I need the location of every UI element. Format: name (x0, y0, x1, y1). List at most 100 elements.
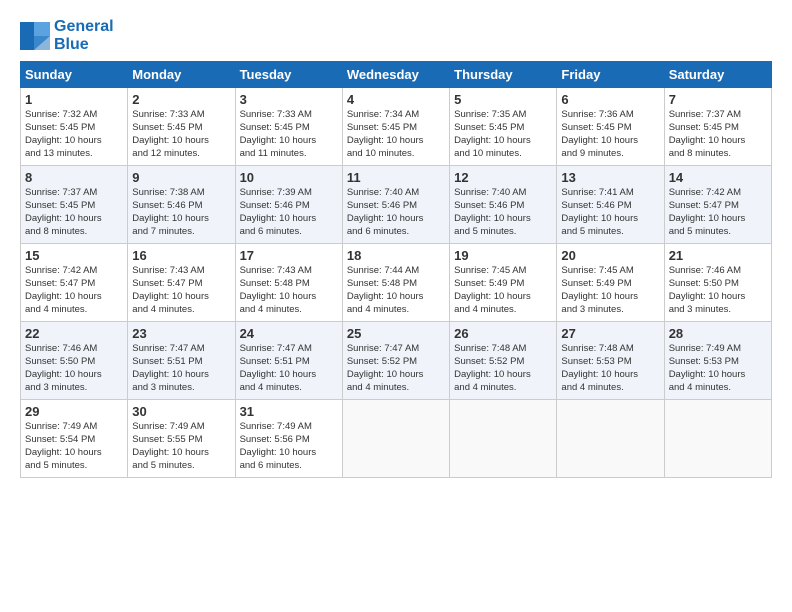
page-container: General Blue SundayMondayTuesdayWednesda… (0, 0, 792, 488)
day-number: 16 (132, 248, 230, 263)
cell-info: Sunrise: 7:47 AM Sunset: 5:51 PM Dayligh… (240, 343, 338, 394)
day-number: 14 (669, 170, 767, 185)
calendar-cell: 6 Sunrise: 7:36 AM Sunset: 5:45 PM Daylig… (557, 88, 664, 166)
calendar-table: SundayMondayTuesdayWednesdayThursdayFrid… (20, 61, 772, 478)
day-number: 19 (454, 248, 552, 263)
calendar-cell: 25Sunrise: 7:47 AM Sunset: 5:52 PM Dayli… (342, 322, 449, 400)
cell-info: Sunrise: 7:48 AM Sunset: 5:52 PM Dayligh… (454, 343, 552, 394)
cell-info: Sunrise: 7:49 AM Sunset: 5:54 PM Dayligh… (25, 421, 123, 472)
calendar-cell (342, 400, 449, 478)
day-number: 20 (561, 248, 659, 263)
day-number: 28 (669, 326, 767, 341)
day-number: 21 (669, 248, 767, 263)
calendar-cell: 12Sunrise: 7:40 AM Sunset: 5:46 PM Dayli… (450, 166, 557, 244)
calendar-cell: 26 Sunrise: 7:48 AM Sunset: 5:52 PM Dayli… (450, 322, 557, 400)
day-number: 3 (240, 92, 338, 107)
day-number: 11 (347, 170, 445, 185)
col-header-thursday: Thursday (450, 62, 557, 88)
calendar-cell (450, 400, 557, 478)
cell-info: Sunrise: 7:33 AM Sunset: 5:45 PM Dayligh… (132, 109, 230, 160)
calendar-cell: 21 Sunrise: 7:46 AM Sunset: 5:50 PM Dayli… (664, 244, 771, 322)
cell-info: Sunrise: 7:46 AM Sunset: 5:50 PM Dayligh… (669, 265, 767, 316)
cell-info: Sunrise: 7:33 AM Sunset: 5:45 PM Dayligh… (240, 109, 338, 160)
calendar-cell: 20 Sunrise: 7:45 AM Sunset: 5:49 PM Dayli… (557, 244, 664, 322)
calendar-cell: 7 Sunrise: 7:37 AM Sunset: 5:45 PM Daylig… (664, 88, 771, 166)
calendar-week-0: 1Sunrise: 7:32 AM Sunset: 5:45 PM Daylig… (21, 88, 772, 166)
header-row: SundayMondayTuesdayWednesdayThursdayFrid… (21, 62, 772, 88)
cell-info: Sunrise: 7:43 AM Sunset: 5:47 PM Dayligh… (132, 265, 230, 316)
day-number: 1 (25, 92, 123, 107)
cell-info: Sunrise: 7:38 AM Sunset: 5:46 PM Dayligh… (132, 187, 230, 238)
day-number: 17 (240, 248, 338, 263)
calendar-cell: 14Sunrise: 7:42 AM Sunset: 5:47 PM Dayli… (664, 166, 771, 244)
calendar-cell: 29 Sunrise: 7:49 AM Sunset: 5:54 PM Dayli… (21, 400, 128, 478)
day-number: 15 (25, 248, 123, 263)
day-number: 22 (25, 326, 123, 341)
calendar-cell: 24 Sunrise: 7:47 AM Sunset: 5:51 PM Dayli… (235, 322, 342, 400)
cell-info: Sunrise: 7:34 AM Sunset: 5:45 PM Dayligh… (347, 109, 445, 160)
col-header-saturday: Saturday (664, 62, 771, 88)
calendar-cell: 28 Sunrise: 7:49 AM Sunset: 5:53 PM Dayli… (664, 322, 771, 400)
cell-info: Sunrise: 7:37 AM Sunset: 5:45 PM Dayligh… (669, 109, 767, 160)
calendar-cell: 18 Sunrise: 7:44 AM Sunset: 5:48 PM Dayli… (342, 244, 449, 322)
cell-info: Sunrise: 7:46 AM Sunset: 5:50 PM Dayligh… (25, 343, 123, 394)
calendar-cell (664, 400, 771, 478)
calendar-cell: 10 Sunrise: 7:39 AM Sunset: 5:46 PM Dayli… (235, 166, 342, 244)
calendar-cell: 23Sunrise: 7:47 AM Sunset: 5:51 PM Dayli… (128, 322, 235, 400)
calendar-cell: 8 Sunrise: 7:37 AM Sunset: 5:45 PM Daylig… (21, 166, 128, 244)
calendar-cell: 1Sunrise: 7:32 AM Sunset: 5:45 PM Daylig… (21, 88, 128, 166)
calendar-cell: 13 Sunrise: 7:41 AM Sunset: 5:46 PM Dayli… (557, 166, 664, 244)
col-header-sunday: Sunday (21, 62, 128, 88)
cell-info: Sunrise: 7:41 AM Sunset: 5:46 PM Dayligh… (561, 187, 659, 238)
calendar-cell: 31 Sunrise: 7:49 AM Sunset: 5:56 PM Dayli… (235, 400, 342, 478)
day-number: 29 (25, 404, 123, 419)
day-number: 4 (347, 92, 445, 107)
day-number: 13 (561, 170, 659, 185)
cell-info: Sunrise: 7:35 AM Sunset: 5:45 PM Dayligh… (454, 109, 552, 160)
calendar-cell: 19 Sunrise: 7:45 AM Sunset: 5:49 PM Dayli… (450, 244, 557, 322)
day-number: 18 (347, 248, 445, 263)
day-number: 2 (132, 92, 230, 107)
calendar-cell: 5 Sunrise: 7:35 AM Sunset: 5:45 PM Daylig… (450, 88, 557, 166)
logo-text: General Blue (54, 18, 114, 53)
cell-info: Sunrise: 7:49 AM Sunset: 5:56 PM Dayligh… (240, 421, 338, 472)
calendar-cell: 17Sunrise: 7:43 AM Sunset: 5:48 PM Dayli… (235, 244, 342, 322)
header: General Blue (20, 18, 772, 53)
calendar-cell: 16 Sunrise: 7:43 AM Sunset: 5:47 PM Dayli… (128, 244, 235, 322)
day-number: 24 (240, 326, 338, 341)
cell-info: Sunrise: 7:44 AM Sunset: 5:48 PM Dayligh… (347, 265, 445, 316)
cell-info: Sunrise: 7:40 AM Sunset: 5:46 PM Dayligh… (347, 187, 445, 238)
logo-icon (20, 22, 50, 50)
day-number: 25 (347, 326, 445, 341)
cell-info: Sunrise: 7:49 AM Sunset: 5:55 PM Dayligh… (132, 421, 230, 472)
day-number: 5 (454, 92, 552, 107)
cell-info: Sunrise: 7:48 AM Sunset: 5:53 PM Dayligh… (561, 343, 659, 394)
day-number: 12 (454, 170, 552, 185)
cell-info: Sunrise: 7:47 AM Sunset: 5:51 PM Dayligh… (132, 343, 230, 394)
calendar-week-1: 8 Sunrise: 7:37 AM Sunset: 5:45 PM Daylig… (21, 166, 772, 244)
day-number: 8 (25, 170, 123, 185)
cell-info: Sunrise: 7:45 AM Sunset: 5:49 PM Dayligh… (454, 265, 552, 316)
calendar-week-2: 15 Sunrise: 7:42 AM Sunset: 5:47 PM Dayli… (21, 244, 772, 322)
calendar-cell: 9Sunrise: 7:38 AM Sunset: 5:46 PM Daylig… (128, 166, 235, 244)
day-number: 6 (561, 92, 659, 107)
day-number: 7 (669, 92, 767, 107)
col-header-wednesday: Wednesday (342, 62, 449, 88)
calendar-cell: 30 Sunrise: 7:49 AM Sunset: 5:55 PM Dayli… (128, 400, 235, 478)
calendar-cell (557, 400, 664, 478)
cell-info: Sunrise: 7:49 AM Sunset: 5:53 PM Dayligh… (669, 343, 767, 394)
day-number: 30 (132, 404, 230, 419)
day-number: 26 (454, 326, 552, 341)
cell-info: Sunrise: 7:36 AM Sunset: 5:45 PM Dayligh… (561, 109, 659, 160)
calendar-cell: 3 Sunrise: 7:33 AM Sunset: 5:45 PM Daylig… (235, 88, 342, 166)
day-number: 10 (240, 170, 338, 185)
calendar-cell: 22 Sunrise: 7:46 AM Sunset: 5:50 PM Dayli… (21, 322, 128, 400)
calendar-cell: 2 Sunrise: 7:33 AM Sunset: 5:45 PM Daylig… (128, 88, 235, 166)
calendar-cell: 4 Sunrise: 7:34 AM Sunset: 5:45 PM Daylig… (342, 88, 449, 166)
day-number: 31 (240, 404, 338, 419)
cell-info: Sunrise: 7:42 AM Sunset: 5:47 PM Dayligh… (25, 265, 123, 316)
calendar-week-3: 22 Sunrise: 7:46 AM Sunset: 5:50 PM Dayli… (21, 322, 772, 400)
cell-info: Sunrise: 7:37 AM Sunset: 5:45 PM Dayligh… (25, 187, 123, 238)
cell-info: Sunrise: 7:39 AM Sunset: 5:46 PM Dayligh… (240, 187, 338, 238)
cell-info: Sunrise: 7:45 AM Sunset: 5:49 PM Dayligh… (561, 265, 659, 316)
